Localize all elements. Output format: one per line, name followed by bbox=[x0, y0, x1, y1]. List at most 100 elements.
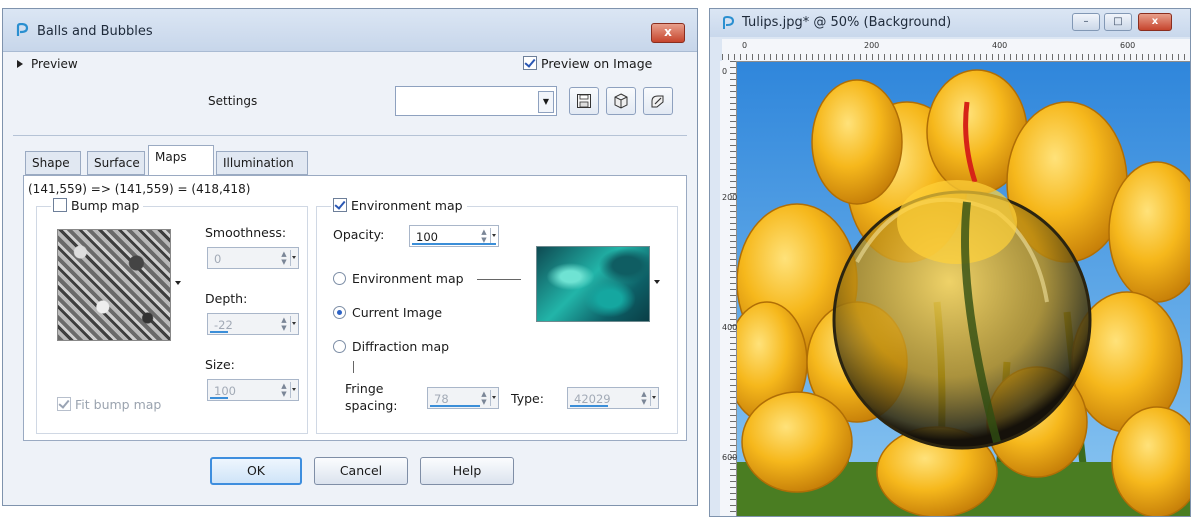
slider-popup-icon[interactable] bbox=[490, 228, 498, 244]
maximize-button[interactable]: □ bbox=[1104, 13, 1132, 31]
slider-popup-icon[interactable] bbox=[650, 390, 658, 406]
size-level-bar bbox=[210, 397, 228, 399]
image-canvas[interactable] bbox=[726, 62, 1190, 516]
opacity-value: 100 bbox=[416, 230, 438, 244]
slider-popup-icon[interactable] bbox=[290, 316, 298, 332]
image-window: Tulips.jpg* @ 50% (Background) – □ x 0 2… bbox=[709, 8, 1191, 517]
diffraction-map-radio[interactable]: Diffraction map bbox=[333, 339, 449, 354]
type-label: Type: bbox=[511, 391, 544, 406]
opacity-level-bar bbox=[412, 243, 496, 245]
smoothness-value: 0 bbox=[214, 252, 222, 266]
reset-button[interactable] bbox=[606, 87, 636, 115]
settings-dropdown[interactable]: ▼ bbox=[395, 86, 557, 116]
bump-map-label: Bump map bbox=[71, 198, 140, 213]
ruler-label: 0 bbox=[722, 67, 728, 76]
minimize-button[interactable]: – bbox=[1072, 13, 1100, 31]
spinner-arrows-icon[interactable]: ▲ ▼ bbox=[478, 390, 490, 406]
dropdown-arrow-icon[interactable] bbox=[654, 280, 660, 284]
settings-label: Settings bbox=[208, 94, 258, 108]
checkbox-icon bbox=[53, 198, 67, 212]
size-label: Size: bbox=[205, 357, 235, 372]
maps-panel: (141,559) => (141,559) = (418,418) Bump … bbox=[23, 175, 687, 441]
slider-popup-icon[interactable] bbox=[290, 382, 298, 398]
randomize-button[interactable] bbox=[643, 87, 673, 115]
diffraction-map-option-label: Diffraction map bbox=[352, 339, 450, 354]
type-input[interactable]: 42029 ▲ ▼ bbox=[567, 387, 659, 409]
cube-icon bbox=[614, 93, 628, 109]
checkbox-icon bbox=[333, 198, 347, 212]
environment-map-thumbnail[interactable] bbox=[536, 246, 650, 322]
current-image-option-label: Current Image bbox=[352, 305, 443, 320]
fit-bump-map-checkbox[interactable]: Fit bump map bbox=[57, 397, 161, 412]
separator bbox=[13, 135, 687, 136]
tab-maps[interactable]: Maps bbox=[148, 145, 214, 176]
ruler-label: 200 bbox=[722, 193, 738, 202]
preview-label: Preview bbox=[31, 57, 78, 71]
spinner-arrows-icon[interactable]: ▲ ▼ bbox=[478, 228, 490, 244]
fringe-spacing-input[interactable]: 78 ▲ ▼ bbox=[427, 387, 499, 409]
connector-line bbox=[477, 279, 521, 280]
ruler-label: 400 bbox=[992, 41, 1008, 50]
horizontal-ruler: 0 200 400 600 bbox=[722, 39, 1190, 62]
image-window-title: Tulips.jpg* @ 50% (Background) bbox=[742, 15, 952, 30]
app-icon bbox=[16, 23, 29, 36]
smoothness-label: Smoothness: bbox=[205, 225, 287, 240]
cancel-button[interactable]: Cancel bbox=[314, 457, 408, 485]
depth-input[interactable]: -22 ▲ ▼ bbox=[207, 313, 299, 335]
environment-map-label: Environment map bbox=[351, 198, 463, 213]
opacity-input[interactable]: 100 ▲ ▼ bbox=[409, 225, 499, 247]
connector-line bbox=[353, 361, 354, 373]
opacity-label: Opacity: bbox=[333, 227, 385, 242]
dropdown-arrow-icon[interactable] bbox=[175, 281, 181, 285]
tab-shape[interactable]: Shape bbox=[25, 151, 81, 175]
checkbox-icon bbox=[57, 397, 71, 411]
close-button[interactable]: x bbox=[651, 23, 685, 43]
ruler-label: 600 bbox=[722, 453, 738, 462]
fringe-spacing-value: 78 bbox=[434, 392, 449, 406]
fringe-label-line-2: spacing: bbox=[345, 398, 398, 413]
ruler-label: 600 bbox=[1120, 41, 1136, 50]
fit-bump-map-label: Fit bump map bbox=[75, 397, 162, 412]
bump-map-checkbox[interactable]: Bump map bbox=[51, 198, 144, 213]
spinner-arrows-icon[interactable]: ▲ ▼ bbox=[278, 316, 290, 332]
balls-and-bubbles-dialog: Balls and Bubbles x Preview Preview on I… bbox=[2, 8, 698, 506]
bump-map-group: Bump map Smoothness: 0 ▲ ▼ Depth: -22 ▲ ▼ … bbox=[36, 198, 308, 434]
size-input[interactable]: 100 ▲ ▼ bbox=[207, 379, 299, 401]
bump-map-thumbnail[interactable] bbox=[57, 229, 171, 341]
fringe-level-bar bbox=[430, 405, 480, 407]
save-preset-button[interactable] bbox=[569, 87, 599, 115]
ok-button[interactable]: OK bbox=[210, 457, 302, 485]
edit-preset-icon bbox=[651, 95, 664, 108]
size-value: 100 bbox=[214, 384, 236, 398]
environment-map-checkbox[interactable]: Environment map bbox=[331, 198, 467, 213]
preview-toggle[interactable]: Preview bbox=[17, 57, 78, 71]
environment-map-radio[interactable]: Environment map bbox=[333, 271, 464, 286]
slider-popup-icon[interactable] bbox=[290, 250, 298, 266]
radio-icon bbox=[333, 340, 346, 353]
current-image-radio[interactable]: Current Image bbox=[333, 305, 442, 320]
ruler-label: 400 bbox=[722, 323, 738, 332]
spinner-arrows-icon[interactable]: ▲ ▼ bbox=[278, 250, 290, 266]
type-level-bar bbox=[570, 405, 608, 407]
tab-illumination[interactable]: Illumination bbox=[216, 151, 308, 175]
type-value: 42029 bbox=[574, 392, 611, 406]
environment-map-option-label: Environment map bbox=[352, 271, 464, 286]
ruler-label: 200 bbox=[864, 41, 880, 50]
chevron-down-icon[interactable]: ▼ bbox=[538, 91, 554, 113]
floppy-disk-icon bbox=[577, 94, 591, 108]
close-button[interactable]: x bbox=[1138, 13, 1172, 31]
spinner-arrows-icon[interactable]: ▲ ▼ bbox=[638, 390, 650, 406]
depth-value: -22 bbox=[214, 318, 233, 332]
preview-on-image-checkbox[interactable]: Preview on Image bbox=[523, 56, 652, 71]
expand-arrow-icon bbox=[17, 60, 23, 68]
radio-icon bbox=[333, 306, 346, 319]
slider-popup-icon[interactable] bbox=[490, 390, 498, 406]
depth-level-bar bbox=[210, 331, 228, 333]
smoothness-input[interactable]: 0 ▲ ▼ bbox=[207, 247, 299, 269]
spinner-arrows-icon[interactable]: ▲ ▼ bbox=[278, 382, 290, 398]
dialog-title-bar: Balls and Bubbles x bbox=[3, 9, 697, 52]
help-button[interactable]: Help bbox=[420, 457, 514, 485]
fringe-label-line-1: Fringe bbox=[345, 381, 384, 396]
app-icon bbox=[723, 16, 734, 29]
tab-surface[interactable]: Surface bbox=[87, 151, 145, 175]
